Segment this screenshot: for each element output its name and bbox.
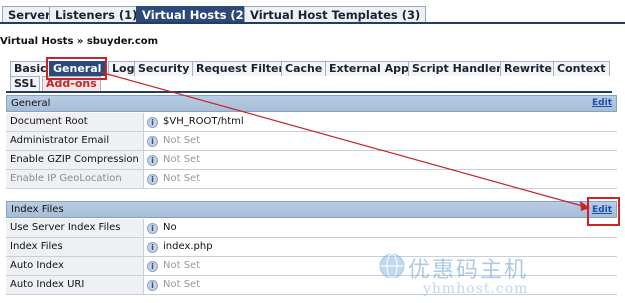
table-row: Administrator Email i Not Set <box>6 132 617 151</box>
watermark: 优惠码主机 yhmhost.com <box>378 250 618 302</box>
row-value: $VH_ROOT/html <box>163 116 244 127</box>
help-icon[interactable]: i <box>147 174 158 185</box>
watermark-text: 优惠码主机 <box>408 258 529 283</box>
row-label: Administrator Email <box>6 132 144 150</box>
row-label: Auto Index <box>6 257 144 275</box>
tab-context[interactable]: Context <box>553 61 610 76</box>
tab-security[interactable]: Security <box>134 61 194 76</box>
row-label: Auto Index URI <box>6 276 144 294</box>
row-value: Not Set <box>163 279 201 290</box>
row-label: Index Files <box>6 238 144 256</box>
top-tab-bar: Server Listeners (1) Virtual Hosts (2) V… <box>0 0 625 24</box>
help-icon[interactable]: i <box>147 117 158 128</box>
general-tab-highlight <box>46 57 107 80</box>
row-value: Not Set <box>163 173 201 184</box>
tab-rewrite[interactable]: Rewrite <box>500 61 557 76</box>
row-value: No <box>163 222 177 233</box>
help-icon[interactable]: i <box>147 280 158 291</box>
globe-icon <box>379 253 405 279</box>
tab-ssl[interactable]: SSL <box>10 76 41 91</box>
table-row: Enable IP GeoLocation i Not Set <box>6 170 617 189</box>
row-label: Document Root <box>6 113 144 131</box>
index-files-section-header: Index Files Edit <box>6 201 617 218</box>
general-section-header: General Edit <box>6 95 617 112</box>
sub-tab-divider <box>6 91 612 93</box>
table-row: Enable GZIP Compression i Not Set <box>6 151 617 170</box>
row-value: index.php <box>163 241 213 252</box>
row-label: Enable IP GeoLocation <box>6 170 144 188</box>
tab-virtual-hosts[interactable]: Virtual Hosts (2) <box>136 6 255 23</box>
top-tab-divider <box>0 22 625 24</box>
help-icon[interactable]: i <box>147 261 158 272</box>
row-label: Enable GZIP Compression <box>6 151 144 169</box>
tab-listeners[interactable]: Listeners (1) <box>49 6 144 23</box>
breadcrumb: Virtual Hosts » sbuyder.com <box>0 36 159 47</box>
tab-basic[interactable]: Basic <box>10 61 51 76</box>
row-value: Not Set <box>163 135 201 146</box>
help-icon[interactable]: i <box>147 242 158 253</box>
tab-request-filter[interactable]: Request Filter <box>192 61 288 76</box>
row-value: Not Set <box>163 260 201 271</box>
help-icon[interactable]: i <box>147 155 158 166</box>
tab-cache[interactable]: Cache <box>281 61 327 76</box>
row-value: Not Set <box>163 154 201 165</box>
row-label: Use Server Index Files <box>6 219 144 237</box>
table-row: Document Root i $VH_ROOT/html <box>6 113 617 132</box>
tab-external-app[interactable]: External App <box>325 61 413 76</box>
help-icon[interactable]: i <box>147 223 158 234</box>
general-section-title: General <box>11 98 51 109</box>
watermark-url: yhmhost.com <box>423 281 529 297</box>
tab-virtual-host-templates[interactable]: Virtual Host Templates (3) <box>244 6 427 23</box>
general-edit-link[interactable]: Edit <box>592 96 612 111</box>
table-row: Use Server Index Files i No <box>6 219 617 238</box>
help-icon[interactable]: i <box>147 136 158 147</box>
index-files-section-title: Index Files <box>11 204 64 215</box>
tab-script-handler[interactable]: Script Handler <box>408 61 506 76</box>
